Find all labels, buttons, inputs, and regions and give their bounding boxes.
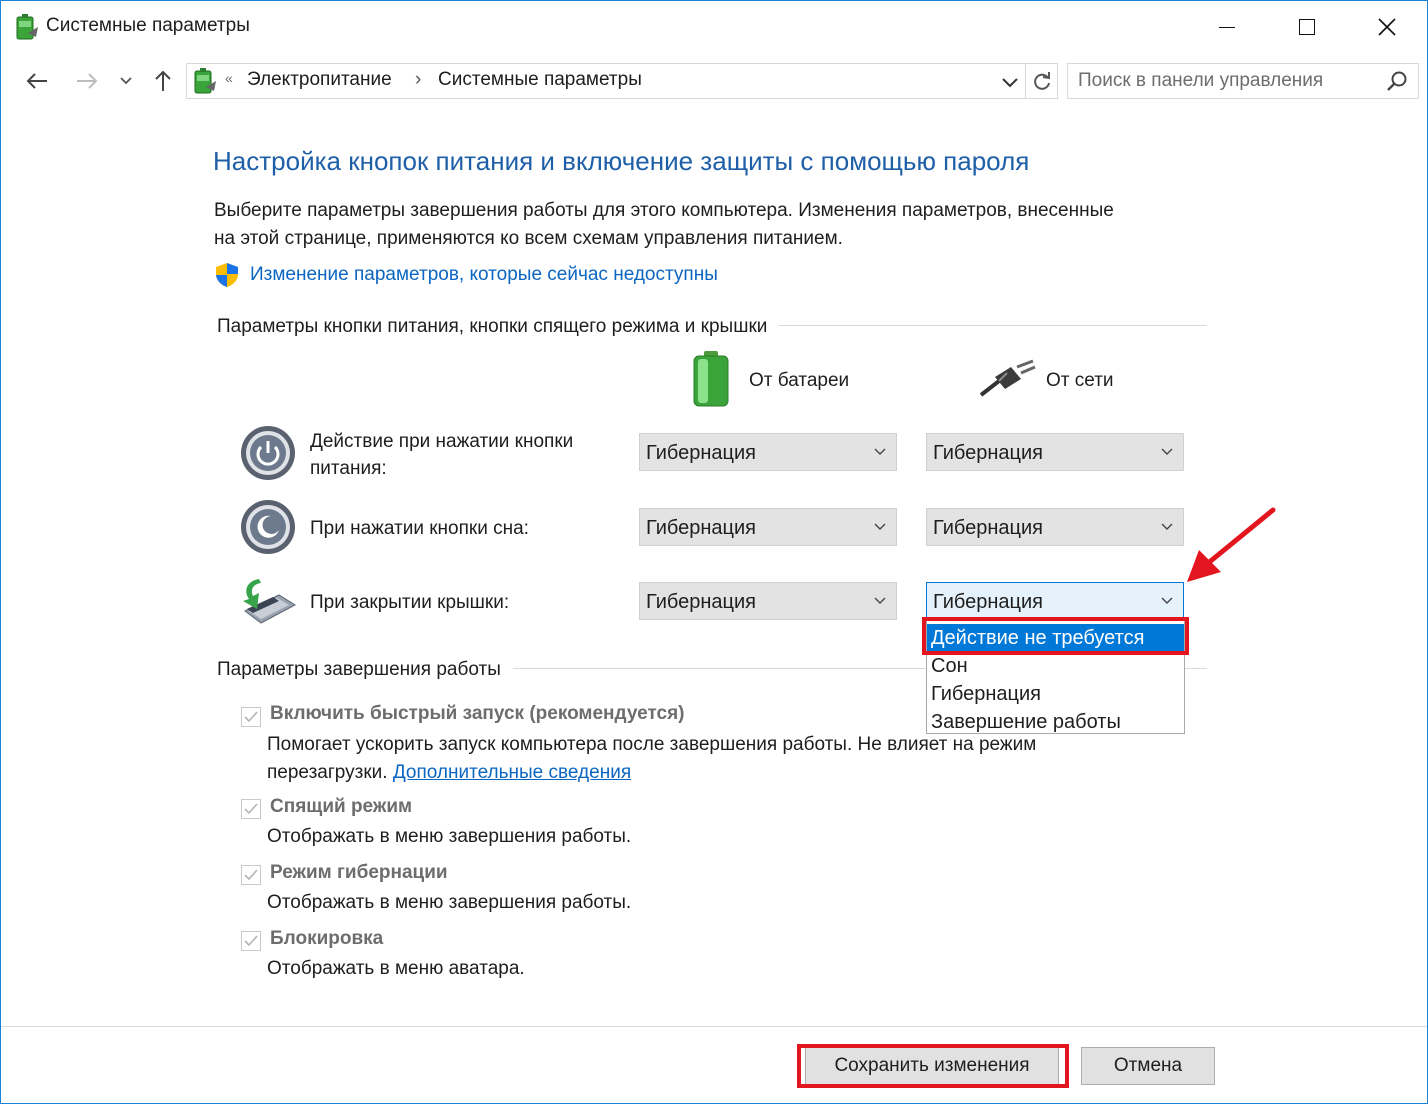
lock-description: Отображать в меню аватара. — [267, 958, 525, 979]
option-sleep[interactable]: Сон — [927, 652, 1184, 680]
change-unavailable-settings-link[interactable]: Изменение параметров, которые сейчас нед… — [250, 264, 718, 286]
lid-close-battery-select[interactable]: Гибернация — [639, 582, 897, 620]
title-bar: Системные параметры — [1, 1, 1427, 53]
sleep-button-battery-select[interactable]: Гибернация — [639, 508, 897, 546]
power-options-app-icon — [13, 13, 39, 41]
fast-startup-desc-line-2: перезагрузки. Дополнительные сведения — [267, 759, 1036, 787]
page-title: Настройка кнопок питания и включение защ… — [213, 146, 1030, 176]
ac-plug-icon — [977, 359, 1037, 404]
sleep-description: Отображать в меню завершения работы. — [267, 826, 632, 847]
select-value: Гибернация — [933, 591, 1043, 613]
chevron-down-icon — [874, 597, 886, 604]
column-ac-label: От сети — [1046, 370, 1114, 391]
select-value: Гибернация — [646, 442, 756, 464]
chevron-down-icon — [1161, 448, 1173, 455]
chevron-down-icon — [1002, 78, 1018, 88]
battery-icon — [691, 349, 731, 414]
fast-startup-checkbox[interactable] — [241, 707, 261, 727]
refresh-icon — [1034, 72, 1050, 90]
up-button[interactable] — [145, 63, 181, 99]
highlight-annotation-save — [797, 1044, 1069, 1088]
address-divider — [1025, 64, 1026, 98]
option-hibernate[interactable]: Гибернация — [927, 680, 1184, 708]
cancel-button[interactable]: Отмена — [1081, 1047, 1215, 1085]
fast-startup-desc-text: перезагрузки. — [267, 762, 393, 783]
maximize-button[interactable] — [1267, 1, 1347, 53]
window-title: Системные параметры — [46, 15, 250, 36]
sleep-button-ac-select[interactable]: Гибернация — [926, 508, 1184, 546]
power-options-breadcrumb-icon — [191, 67, 217, 95]
select-value: Гибернация — [646, 591, 756, 613]
arrow-up-icon — [155, 70, 171, 91]
forward-button[interactable] — [69, 63, 105, 99]
checkmark-icon — [244, 803, 258, 815]
sleep-button-icon — [240, 499, 296, 560]
select-value: Гибернация — [933, 517, 1043, 539]
description-line-2: на этой странице, применяются ко всем сх… — [214, 228, 843, 249]
footer-divider — [1, 1026, 1427, 1027]
select-value: Гибернация — [646, 517, 756, 539]
power-buttons-section-title: Параметры кнопки питания, кнопки спящего… — [217, 316, 780, 338]
chevron-down-icon — [874, 448, 886, 455]
red-arrow-annotation — [1181, 506, 1281, 591]
power-button-icon — [240, 425, 296, 486]
minimize-icon — [1219, 26, 1235, 28]
sleep-title: Спящий режим — [270, 796, 413, 817]
search-input[interactable] — [1076, 69, 1380, 93]
power-button-ac-select[interactable]: Гибернация — [926, 433, 1184, 471]
checkmark-icon — [244, 711, 258, 723]
more-info-link[interactable]: Дополнительные сведения — [393, 762, 631, 783]
fast-startup-desc-line-1: Помогает ускорить запуск компьютера посл… — [267, 734, 1037, 755]
checkmark-icon — [244, 935, 258, 947]
address-bar[interactable]: « Электропитание › Системные параметры — [186, 63, 1058, 99]
close-button[interactable] — [1347, 1, 1427, 53]
chevron-down-icon — [874, 523, 886, 530]
lock-checkbox[interactable] — [241, 931, 261, 951]
option-shutdown[interactable]: Завершение работы — [927, 708, 1184, 736]
breadcrumb-power-options[interactable]: Электропитание — [247, 69, 392, 91]
close-icon — [1378, 18, 1396, 36]
power-button-label-line-2: питания: — [310, 458, 387, 479]
highlight-annotation-option — [922, 617, 1189, 655]
breadcrumb-overflow[interactable]: « — [225, 70, 233, 86]
recent-locations-button[interactable] — [111, 63, 141, 99]
breadcrumb-separator[interactable]: › — [415, 69, 421, 91]
page-description: Выберите параметры завершения работы для… — [214, 197, 1214, 253]
address-dropdown-button[interactable] — [1002, 75, 1018, 93]
laptop-lid-icon — [239, 575, 299, 632]
sleep-checkbox[interactable] — [241, 799, 261, 819]
control-panel-window: Системные параметры « Электропитание › С… — [0, 0, 1428, 1104]
chevron-down-icon — [1161, 523, 1173, 530]
search-box[interactable] — [1067, 63, 1419, 99]
lock-title: Блокировка — [270, 928, 384, 949]
description-line-1: Выберите параметры завершения работы для… — [214, 200, 1114, 221]
fast-startup-description: Помогает ускорить запуск компьютера посл… — [267, 731, 1036, 787]
sleep-button-label: При нажатии кнопки сна: — [310, 518, 529, 539]
lid-close-label: При закрытии крышки: — [310, 592, 510, 613]
chevron-down-icon — [1161, 597, 1173, 604]
lid-close-ac-select[interactable]: Гибернация — [926, 582, 1184, 620]
fast-startup-title: Включить быстрый запуск (рекомендуется) — [270, 703, 685, 724]
breadcrumb-system-settings[interactable]: Системные параметры — [438, 69, 642, 91]
power-button-action-label: Действие при нажатии кнопки питания: — [310, 428, 573, 482]
minimize-button[interactable] — [1187, 1, 1267, 53]
checkmark-icon — [244, 869, 258, 881]
uac-shield-icon — [215, 262, 239, 293]
search-icon[interactable] — [1386, 70, 1408, 97]
power-button-label-line-1: Действие при нажатии кнопки — [310, 431, 574, 452]
hibernate-checkbox[interactable] — [241, 865, 261, 885]
power-button-battery-select[interactable]: Гибернация — [639, 433, 897, 471]
refresh-button[interactable] — [1032, 70, 1052, 97]
maximize-icon — [1299, 19, 1315, 35]
arrow-left-icon — [26, 73, 47, 89]
hibernate-description: Отображать в меню завершения работы. — [267, 892, 632, 913]
chevron-down-icon — [120, 77, 132, 85]
back-button[interactable] — [19, 63, 55, 99]
hibernate-title: Режим гибернации — [270, 862, 448, 883]
column-battery-label: От батареи — [749, 370, 850, 391]
arrow-right-icon — [77, 73, 98, 89]
shutdown-section-title: Параметры завершения работы — [217, 659, 513, 681]
select-value: Гибернация — [933, 442, 1043, 464]
